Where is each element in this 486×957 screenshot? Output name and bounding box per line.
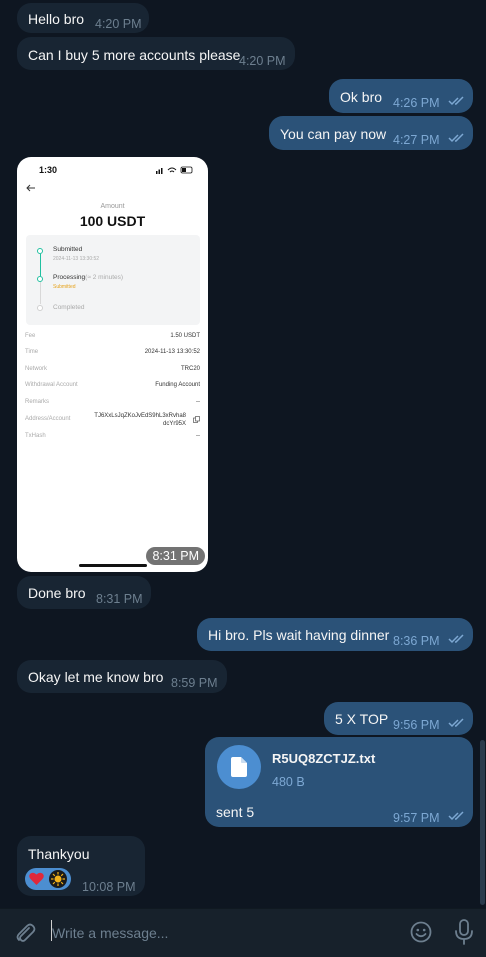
step-title: Processing(≈ 2 minutes): [53, 274, 124, 281]
double-check-icon: [448, 811, 464, 821]
amount-value: 100 USDT: [79, 213, 146, 229]
detail-row: Fee 1.50 USDT: [25, 333, 200, 339]
phone-status-time: 1:30: [39, 165, 58, 175]
message-text: Thankyou: [28, 846, 90, 862]
message-text: Hello bro: [28, 11, 85, 27]
message-caption: sent 5: [216, 804, 255, 820]
message-time: 8:59 PM: [171, 676, 218, 690]
message-time: 8:31 PM: [146, 547, 205, 565]
message-time: 4:27 PM: [393, 133, 440, 147]
message-composer: [0, 908, 486, 957]
detail-row: Network TRC20: [25, 366, 200, 372]
message-outgoing[interactable]: Hi bro. Pls wait having dinner 8:36 PM: [197, 618, 473, 651]
detail-row: Remarks --: [25, 399, 200, 405]
message-text: Okay let me know bro: [28, 669, 164, 685]
message-time: 9:56 PM: [393, 718, 440, 732]
message-text: You can pay now: [280, 126, 387, 142]
double-check-icon: [448, 133, 464, 143]
message-time: 10:08 PM: [82, 880, 136, 894]
heart-icon: [29, 872, 44, 885]
amount-label: Amount: [100, 203, 125, 210]
file-download-button[interactable]: [217, 745, 261, 789]
message-incoming[interactable]: Hello bro 4:20 PM: [17, 3, 149, 33]
file-name[interactable]: R5UQ8ZCTJZ.txt: [272, 750, 375, 768]
double-check-icon: [448, 718, 464, 728]
detail-row: Withdrawal Account Funding Account: [25, 382, 200, 388]
message-text: Can I buy 5 more accounts please: [28, 47, 241, 63]
message-time: 9:57 PM: [393, 811, 440, 825]
emoji-icon[interactable]: [409, 920, 433, 944]
back-arrow-icon: [26, 184, 35, 192]
phone-status-icons: [156, 166, 193, 174]
message-time: 8:36 PM: [393, 634, 440, 648]
message-time: 4:26 PM: [393, 96, 440, 110]
step-line: [39, 282, 41, 304]
microphone-icon[interactable]: [454, 919, 474, 945]
step-status: Submitted: [53, 284, 76, 290]
message-incoming[interactable]: Done bro 8:31 PM: [17, 576, 151, 609]
phone-home-indicator: [79, 564, 147, 567]
message-time: 4:20 PM: [95, 17, 142, 31]
step-title: Submitted: [53, 246, 83, 253]
message-text: 5 X TOP: [335, 711, 389, 727]
message-text: Hi bro. Pls wait having dinner: [208, 627, 390, 643]
chat-scrollbar[interactable]: [480, 0, 486, 908]
double-check-icon: [448, 634, 464, 644]
message-outgoing[interactable]: Ok bro 4:26 PM: [329, 79, 473, 113]
file-size: 480 B: [272, 775, 305, 789]
detail-row: Address/Account TJ6XxLsJqZKoJvEdS9hL3xRv…: [25, 412, 200, 430]
detail-row: TxHash --: [25, 433, 200, 439]
step-title: Completed: [53, 304, 85, 311]
attach-icon[interactable]: [13, 921, 37, 945]
copy-icon: [193, 416, 200, 423]
scrollbar-thumb[interactable]: [480, 740, 485, 905]
message-input[interactable]: [50, 919, 394, 947]
file-icon: [231, 757, 247, 777]
message-incoming[interactable]: Can I buy 5 more accounts please 4:20 PM: [17, 37, 295, 70]
sun-avatar-icon: [49, 870, 67, 888]
message-time: 4:20 PM: [239, 54, 286, 68]
message-incoming[interactable]: Thankyou 10:08 PM: [17, 836, 145, 896]
detail-row: Time 2024-11-13 13:30:52: [25, 349, 200, 355]
reaction-button[interactable]: [25, 868, 71, 890]
step-completed-dot: [37, 305, 43, 311]
file-message[interactable]: R5UQ8ZCTJZ.txt 480 B sent 5 9:57 PM: [205, 737, 473, 827]
message-outgoing[interactable]: 5 X TOP 9:56 PM: [324, 702, 473, 735]
message-incoming[interactable]: Okay let me know bro 8:59 PM: [17, 660, 227, 693]
message-time: 8:31 PM: [96, 592, 143, 606]
double-check-icon: [448, 96, 464, 106]
message-outgoing[interactable]: You can pay now 4:27 PM: [269, 116, 473, 150]
message-text: Ok bro: [340, 89, 383, 105]
chat-history[interactable]: Hello bro 4:20 PM Can I buy 5 more accou…: [0, 0, 486, 908]
photo-message[interactable]: 1:30 Amount 100 USDT Submitted 2024-11-1…: [17, 157, 208, 572]
step-line: [39, 254, 41, 276]
message-text: Done bro: [28, 585, 86, 601]
step-time: 2024-11-13 13:30:52: [53, 256, 100, 262]
